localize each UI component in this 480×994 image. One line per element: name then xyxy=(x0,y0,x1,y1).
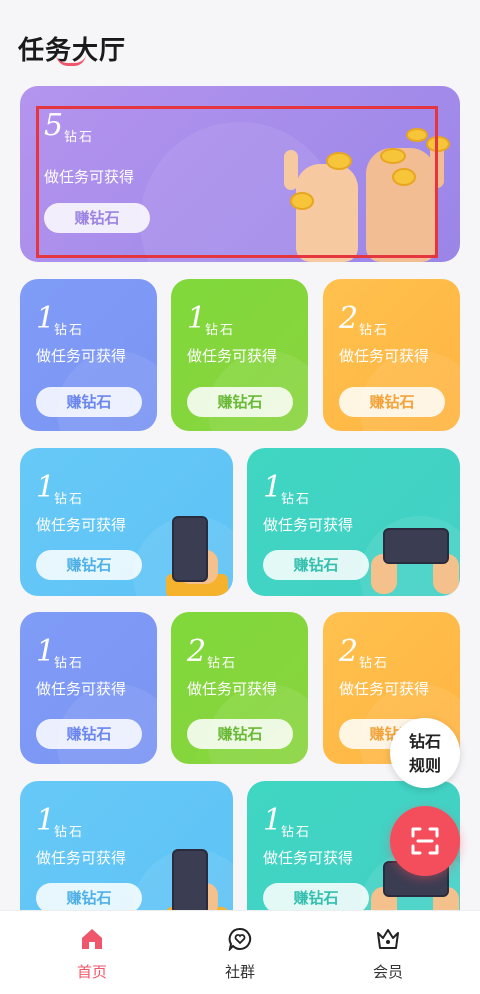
phone-in-hand-illustration xyxy=(152,510,232,596)
diamond-unit: 钻石 xyxy=(359,656,390,671)
rules-label-line1: 钻石 xyxy=(408,732,441,751)
task-desc: 做任务可获得 xyxy=(263,516,354,534)
task-card[interactable]: 2 钻石 做任务可获得 赚钻石 xyxy=(323,279,460,431)
task-card[interactable]: 1 钻石 做任务可获得 赚钻石 xyxy=(20,781,233,929)
task-card[interactable]: 1 钻石 做任务可获得 赚钻石 xyxy=(171,279,308,431)
earn-diamonds-button[interactable]: 赚钻石 xyxy=(36,550,142,580)
diamond-unit: 钻石 xyxy=(205,323,236,338)
tab-community[interactable]: 社群 xyxy=(160,911,320,994)
scan-icon xyxy=(411,827,439,855)
task-card[interactable]: 2 钻石 做任务可获得 赚钻石 xyxy=(171,612,308,764)
task-card[interactable]: 1 钻石 做任务可获得 赚钻石 xyxy=(20,612,157,764)
rules-label-line2: 规则 xyxy=(408,756,441,775)
diamond-count: 1 xyxy=(263,470,283,505)
task-card[interactable]: 1 钻石 做任务可获得 赚钻石 xyxy=(247,448,460,596)
task-desc: 做任务可获得 xyxy=(187,680,278,698)
tab-member[interactable]: 会员 xyxy=(308,911,468,994)
bottom-tab-bar: 首页 社群 会员 xyxy=(0,910,480,994)
task-desc: 做任务可获得 xyxy=(339,347,430,365)
earn-diamonds-button[interactable]: 赚钻石 xyxy=(187,387,293,417)
tab-home[interactable]: 首页 xyxy=(12,911,172,994)
diamond-count: 1 xyxy=(187,301,207,336)
task-hall-page: 任务大厅 5 钻石 做任务可获得 赚钻石 1 钻石 做任务可获得 赚钻石 1 钻… xyxy=(0,0,480,994)
diamond-unit: 钻石 xyxy=(207,656,238,671)
heart-chat-icon xyxy=(228,927,252,951)
diamond-unit: 钻石 xyxy=(54,492,85,507)
diamond-unit: 钻石 xyxy=(54,825,85,840)
diamond-unit: 钻石 xyxy=(281,492,312,507)
diamond-count: 2 xyxy=(187,634,207,669)
task-desc: 做任务可获得 xyxy=(187,347,278,365)
earn-diamonds-button[interactable]: 赚钻石 xyxy=(339,387,445,417)
diamond-count: 1 xyxy=(263,803,283,838)
tab-label: 首页 xyxy=(76,963,107,981)
phone-landscape-illustration xyxy=(371,524,460,596)
diamond-count: 1 xyxy=(36,634,56,669)
earn-diamonds-button[interactable]: 赚钻石 xyxy=(36,719,142,749)
diamond-count: 1 xyxy=(36,301,56,336)
tab-label: 社群 xyxy=(224,963,255,981)
scan-button[interactable] xyxy=(390,806,460,876)
earn-diamonds-button[interactable]: 赚钻石 xyxy=(36,883,142,913)
task-desc: 做任务可获得 xyxy=(36,516,127,534)
diamond-unit: 钻石 xyxy=(359,323,390,338)
diamond-count: 2 xyxy=(339,301,359,336)
diamond-rules-button[interactable]: 钻石 规则 xyxy=(390,718,460,788)
diamond-count: 1 xyxy=(36,470,56,505)
diamond-unit: 钻石 xyxy=(54,323,85,338)
task-desc: 做任务可获得 xyxy=(339,680,430,698)
task-card[interactable]: 1 钻石 做任务可获得 赚钻石 xyxy=(20,279,157,431)
task-desc: 做任务可获得 xyxy=(36,347,127,365)
task-desc: 做任务可获得 xyxy=(263,849,354,867)
tab-label: 会员 xyxy=(372,963,403,981)
diamond-count: 2 xyxy=(339,634,359,669)
earn-diamonds-button[interactable]: 赚钻石 xyxy=(187,719,293,749)
crown-icon xyxy=(377,929,399,949)
earn-diamonds-button[interactable]: 赚钻石 xyxy=(263,883,369,913)
home-icon xyxy=(82,929,102,949)
diamond-unit: 钻石 xyxy=(281,825,312,840)
earn-diamonds-button[interactable]: 赚钻石 xyxy=(263,550,369,580)
diamond-count: 1 xyxy=(36,803,56,838)
task-desc: 做任务可获得 xyxy=(36,680,127,698)
earn-diamonds-button[interactable]: 赚钻石 xyxy=(36,387,142,417)
highlight-frame xyxy=(36,106,438,258)
diamond-unit: 钻石 xyxy=(54,656,85,671)
task-desc: 做任务可获得 xyxy=(36,849,127,867)
task-card[interactable]: 1 钻石 做任务可获得 赚钻石 xyxy=(20,448,233,596)
